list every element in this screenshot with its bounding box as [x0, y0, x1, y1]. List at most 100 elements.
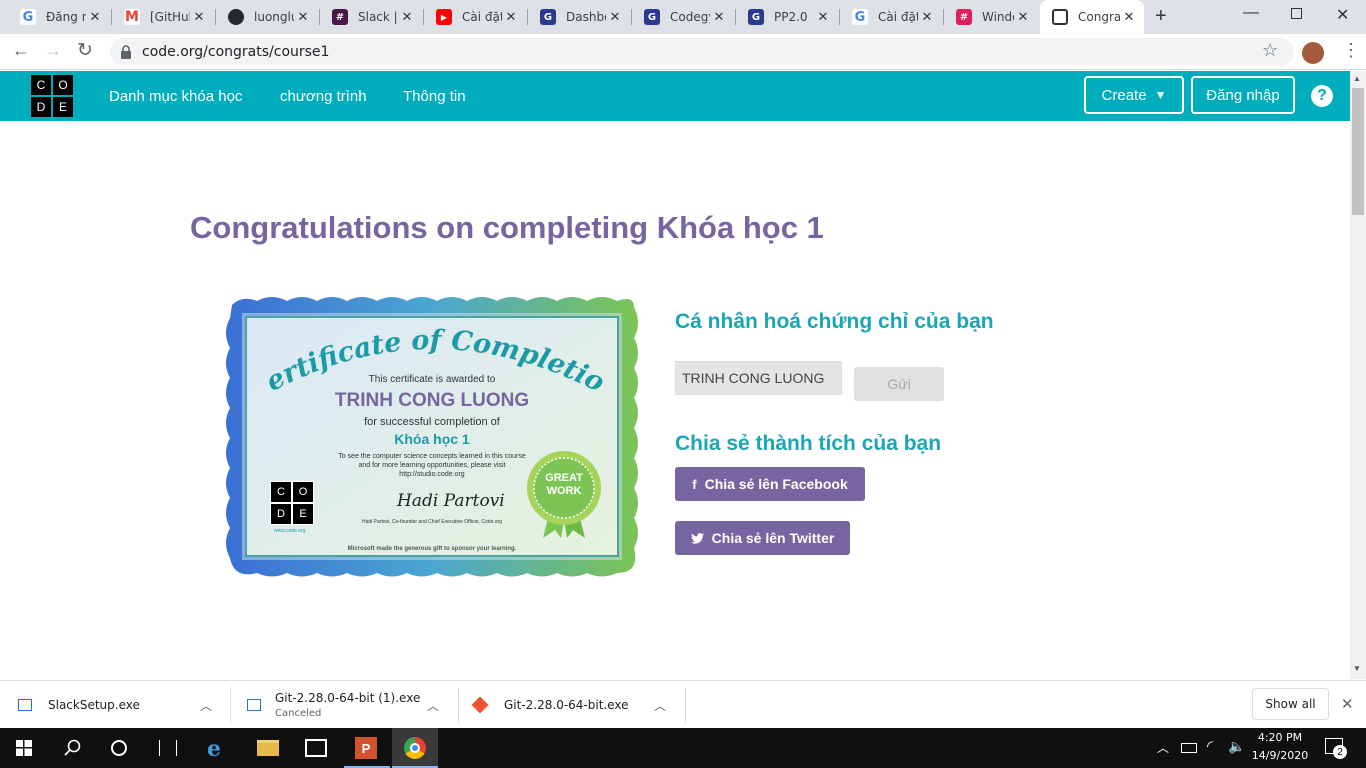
tab-dashboard[interactable]: G Dashbo✕ — [528, 0, 630, 34]
close-tab-icon[interactable]: ✕ — [606, 10, 624, 25]
address-bar: ← → ↻ code.org/congrats/course1 ☆ ⋮ — [0, 34, 1366, 70]
avatar[interactable] — [1302, 42, 1324, 64]
download-item[interactable]: Git-2.28.0-64-bit.exe ︿ — [471, 681, 684, 729]
tab-windows[interactable]: # Windo✕ — [944, 0, 1038, 34]
codegym-icon: G — [748, 9, 764, 25]
google-icon: G — [20, 9, 36, 25]
twitter-icon — [690, 532, 704, 544]
bookmark-star-icon[interactable]: ☆ — [1262, 40, 1278, 61]
close-tab-icon[interactable]: ✕ — [1120, 10, 1138, 25]
tab-google-login[interactable]: G Đăng nh✕ — [8, 0, 110, 34]
download-item[interactable]: Git-2.28.0-64-bit (1).exe Canceled ︿ — [247, 681, 457, 729]
cortana-icon[interactable] — [111, 740, 127, 756]
close-tab-icon[interactable]: ✕ — [190, 10, 208, 25]
nav-programs[interactable]: chương trình — [280, 88, 367, 105]
download-item[interactable]: SlackSetup.exe ︿ — [18, 681, 228, 729]
site-header: C O D E Danh mục khóa học chương trình T… — [0, 71, 1350, 121]
git-icon — [471, 696, 489, 714]
new-tab-button[interactable]: + — [1155, 5, 1167, 28]
github-icon — [228, 9, 244, 25]
personalize-heading: Cá nhân hoá chứng chỉ của bạn — [675, 310, 994, 333]
forward-arrow-icon[interactable]: → — [44, 40, 62, 61]
menu-icon[interactable]: ⋮ — [1342, 40, 1360, 61]
close-tab-icon[interactable]: ✕ — [294, 10, 312, 25]
close-downloads-icon[interactable]: ✕ — [1341, 695, 1354, 713]
cert-recipient-name: TRINH CONG LUONG — [334, 390, 530, 411]
chevron-up-icon[interactable]: ︿ — [654, 697, 666, 714]
notification-count-badge: 2 — [1333, 745, 1347, 759]
close-window-button[interactable]: ✕ — [1336, 5, 1349, 25]
great-work-badge: GREAT WORK — [525, 450, 603, 538]
share-facebook-button[interactable]: f Chia sẻ lên Facebook — [675, 467, 865, 501]
code-org-logo[interactable]: C O D E — [30, 74, 74, 118]
cert-awarded-text: This certificate is awarded to — [368, 374, 496, 385]
volume-icon[interactable]: 🔈 — [1228, 738, 1245, 755]
chevron-up-icon[interactable]: ︿ — [1157, 739, 1169, 756]
tab-gmail[interactable]: M [GitHub✕ — [112, 0, 214, 34]
tab-congrats-active[interactable]: Congra ✕ — [1040, 0, 1144, 34]
page-scrollbar[interactable]: ▲ ▼ — [1350, 71, 1366, 679]
wifi-icon[interactable]: ◜ — [1207, 737, 1213, 755]
chevron-up-icon[interactable]: ︿ — [427, 697, 439, 714]
code-org-icon — [1052, 9, 1068, 25]
back-arrow-icon[interactable]: ← — [12, 40, 30, 61]
create-button[interactable]: Create ▼ — [1084, 76, 1184, 114]
tab-strip: G Đăng nh✕ M [GitHub✕ luonglu✕ # Slack |… — [0, 0, 1366, 34]
facebook-icon: f — [692, 476, 697, 492]
tab-slack[interactable]: # Slack | ✕ — [320, 0, 422, 34]
codegym-icon: G — [644, 9, 660, 25]
tab-pp2[interactable]: G PP2.0 ✕ — [736, 0, 838, 34]
nav-course-catalog[interactable]: Danh mục khóa học — [109, 88, 242, 105]
search-icon[interactable] — [64, 739, 82, 757]
show-all-button[interactable]: Show all — [1252, 688, 1329, 720]
scroll-down-icon[interactable]: ▼ — [1353, 664, 1361, 673]
caret-down-icon: ▼ — [1154, 88, 1167, 102]
minimize-button[interactable]: — — [1243, 4, 1259, 22]
help-icon[interactable]: ? — [1311, 85, 1333, 107]
slack-icon: # — [956, 9, 972, 25]
reload-icon[interactable]: ↻ — [77, 39, 93, 62]
file-explorer-icon[interactable] — [257, 740, 279, 756]
chevron-up-icon[interactable]: ︿ — [200, 697, 212, 714]
chrome-icon — [404, 737, 426, 759]
google-icon: G — [852, 9, 868, 25]
share-heading: Chia sẻ thành tích của bạn — [675, 432, 942, 455]
share-twitter-button[interactable]: Chia sẻ lên Twitter — [675, 521, 850, 555]
url-input[interactable]: code.org/congrats/course1 ☆ — [110, 38, 1294, 66]
gmail-icon: M — [124, 9, 140, 25]
certificate-name-input[interactable] — [675, 361, 842, 395]
scrollbar-thumb[interactable] — [1352, 88, 1364, 215]
tab-github[interactable]: luonglu✕ — [216, 0, 318, 34]
tab-google-settings[interactable]: G Cài đặt ✕ — [840, 0, 942, 34]
certificate-title: Certificate of Completion — [222, 319, 609, 399]
certificate: Certificate of Completion This certifica… — [222, 293, 642, 580]
battery-icon[interactable] — [1181, 743, 1197, 753]
tab-youtube[interactable]: ▶ Cài đặt ✕ — [424, 0, 526, 34]
store-icon[interactable] — [305, 739, 327, 757]
maximize-button[interactable] — [1291, 8, 1302, 19]
youtube-icon: ▶ — [436, 9, 452, 25]
windows-start-icon[interactable] — [16, 740, 32, 756]
close-tab-icon[interactable]: ✕ — [918, 10, 936, 25]
close-tab-icon[interactable]: ✕ — [814, 10, 832, 25]
scroll-up-icon[interactable]: ▲ — [1353, 74, 1361, 83]
nav-about[interactable]: Thông tin — [403, 88, 466, 105]
page-title: Congratulations on completing Khóa học 1 — [190, 210, 824, 245]
edge-icon[interactable]: e — [207, 736, 221, 762]
task-view-icon[interactable] — [159, 740, 177, 756]
installer-icon — [18, 699, 32, 711]
close-tab-icon[interactable]: ✕ — [1014, 10, 1032, 25]
tab-codegym[interactable]: G Codegy✕ — [632, 0, 734, 34]
cert-for-text: for successful completion of — [364, 416, 500, 428]
clock-time[interactable]: 4:20 PM — [1250, 731, 1310, 744]
chrome-taskbar-item[interactable] — [392, 728, 438, 768]
clock-date[interactable]: 14/9/2020 — [1250, 749, 1310, 762]
submit-button[interactable]: Gửi — [854, 367, 944, 401]
sign-in-button[interactable]: Đăng nhập — [1191, 76, 1295, 114]
close-tab-icon[interactable]: ✕ — [710, 10, 728, 25]
powerpoint-taskbar-item[interactable]: P — [344, 728, 390, 768]
close-tab-icon[interactable]: ✕ — [502, 10, 520, 25]
close-tab-icon[interactable]: ✕ — [86, 10, 104, 25]
svg-text:Certificate of Completion: Certificate of Completion — [222, 319, 609, 399]
close-tab-icon[interactable]: ✕ — [398, 10, 416, 25]
